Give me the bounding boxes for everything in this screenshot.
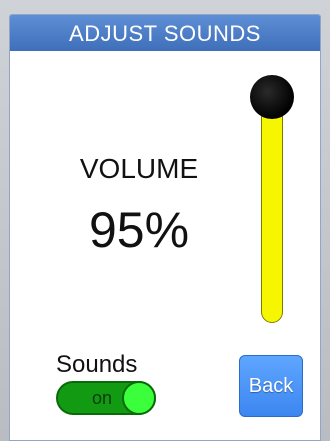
dialog-title: ADJUST SOUNDS: [10, 15, 320, 51]
sounds-label: Sounds: [56, 351, 138, 378]
volume-slider-thumb[interactable]: [250, 74, 294, 119]
sounds-toggle-knob[interactable]: [122, 381, 156, 415]
device-frame: ADJUST SOUNDS VOLUME 95% Sounds on Back: [0, 0, 330, 441]
volume-value: 95%: [88, 202, 190, 258]
sounds-toggle[interactable]: on: [56, 381, 156, 415]
volume-label: VOLUME: [79, 153, 199, 184]
volume-slider-track[interactable]: [261, 87, 283, 323]
volume-slider[interactable]: [250, 69, 296, 323]
adjust-sounds-dialog: ADJUST SOUNDS VOLUME 95% Sounds on Back: [9, 14, 321, 441]
back-button[interactable]: Back: [239, 355, 303, 417]
sounds-toggle-text: on: [92, 388, 113, 408]
